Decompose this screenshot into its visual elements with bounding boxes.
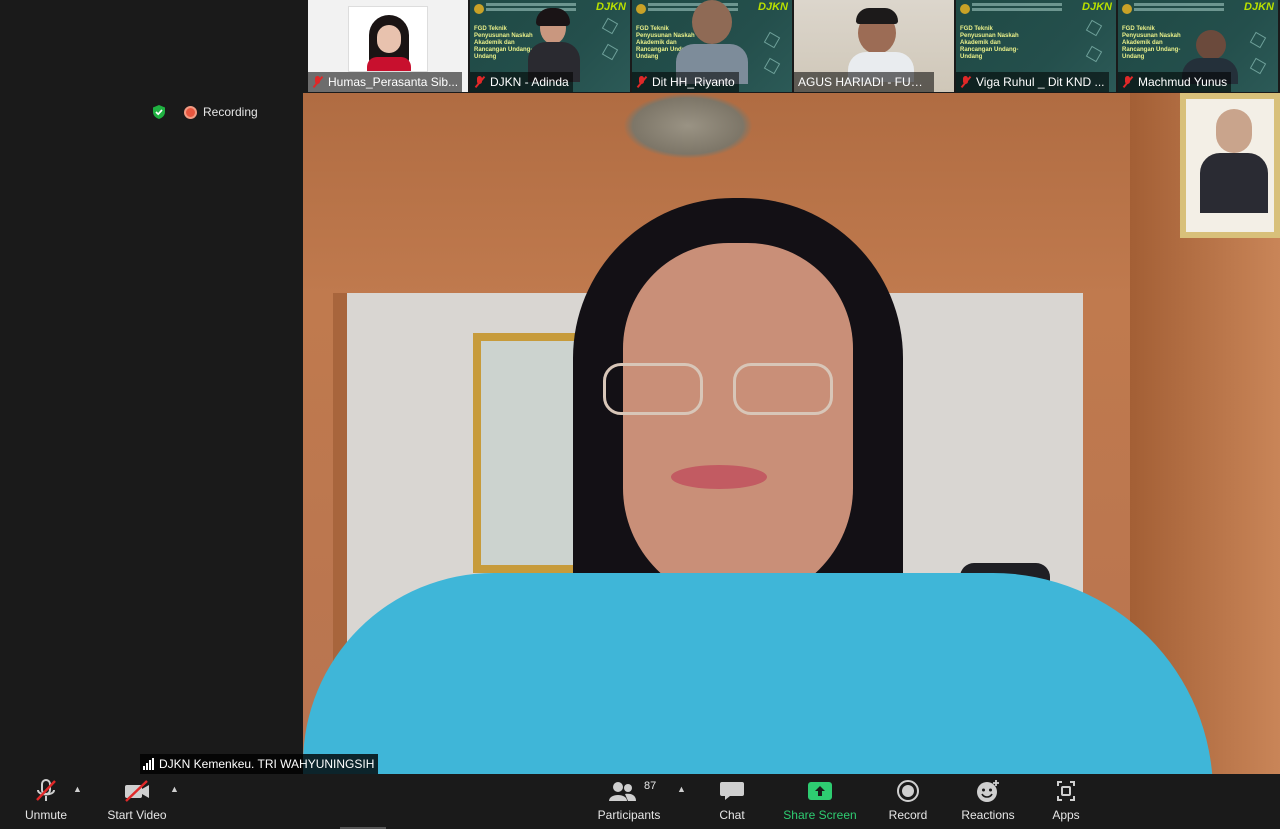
signal-icon [143, 758, 154, 770]
audio-options-chevron-icon[interactable]: ▲ [73, 784, 83, 794]
chat-icon [720, 782, 744, 800]
apps-icon [1057, 781, 1075, 801]
slide-header [486, 3, 576, 6]
mic-muted-icon [474, 76, 486, 88]
slide-brand: DJKN [1244, 1, 1274, 13]
chat-button[interactable]: Chat [712, 774, 752, 829]
participant-name-label: AGUS HARIADI - FUNSIO... [794, 72, 934, 92]
slide-header [1134, 3, 1224, 6]
mic-muted-icon [1122, 76, 1134, 88]
recording-dot-icon [184, 106, 197, 119]
logo-icon [960, 4, 970, 14]
reactions-label: Reactions [961, 808, 1015, 822]
record-icon [897, 780, 919, 802]
background-emblem [623, 93, 753, 159]
participants-options-chevron-icon[interactable]: ▲ [677, 784, 687, 794]
chat-label: Chat [719, 808, 745, 822]
background-portrait [1180, 93, 1280, 238]
logo-icon [636, 4, 646, 14]
share-screen-icon [808, 782, 832, 800]
start-video-label: Start Video [107, 808, 167, 822]
meeting-toolbar: Unmute ▲ Start Video ▲ 87 Participants ▲… [0, 774, 1280, 829]
participant-tile[interactable]: Humas_Perasanta Sib... [308, 0, 468, 92]
participant-name-label: Humas_Perasanta Sib... [308, 72, 463, 92]
participant-name-label: DJKN - Adinda [470, 72, 573, 92]
record-label: Record [888, 808, 928, 822]
slide-text: FGD Teknik Penyusunan Naskah Akademik da… [960, 26, 1019, 60]
apps-button[interactable]: Apps [1046, 774, 1086, 829]
participant-name: Dit HH_Riyanto [652, 75, 735, 89]
unmute-label: Unmute [24, 808, 68, 822]
participants-icon [609, 782, 636, 801]
reactions-icon [977, 780, 999, 802]
record-button[interactable]: Record [886, 774, 930, 829]
video-options-chevron-icon[interactable]: ▲ [170, 784, 180, 794]
speaker-shirt [303, 573, 1213, 774]
participant-name: Humas_Perasanta Sib... [328, 75, 459, 89]
participant-tile[interactable]: DJKN FGD Teknik Penyusunan Naskah Akadem… [632, 0, 792, 92]
participant-tile[interactable]: AGUS HARIADI - FUNSIO... [794, 0, 954, 92]
participant-tile[interactable]: DJKN FGD Teknik Penyusunan Naskah Akadem… [1118, 0, 1278, 92]
participants-count-badge: 87 [644, 780, 657, 792]
participant-name-label: Machmud Yunus [1118, 72, 1232, 92]
speaker-face [623, 243, 853, 603]
unmute-button[interactable]: Unmute [20, 774, 72, 829]
participants-label: Participants [597, 808, 661, 822]
participants-button[interactable]: 87 Participants [596, 774, 662, 829]
share-screen-button[interactable]: Share Screen [782, 774, 858, 829]
participant-strip: Humas_Perasanta Sib... DJKN FGD Teknik P… [308, 0, 1278, 92]
participant-tile[interactable]: DJKN FGD Teknik Penyusunan Naskah Akadem… [470, 0, 630, 92]
mic-muted-icon [312, 76, 324, 88]
slide-brand: DJKN [596, 1, 626, 13]
participant-figure [670, 0, 750, 84]
active-speaker-video [303, 93, 1280, 774]
profile-photo [348, 6, 428, 72]
speaker-glasses [603, 363, 863, 423]
recording-label[interactable]: Recording [203, 105, 258, 119]
active-speaker-name: DJKN Kemenkeu. TRI WAHYUNINGSIH [159, 757, 375, 771]
reactions-button[interactable]: Reactions [958, 774, 1018, 829]
mic-muted-icon [36, 779, 56, 801]
participant-name: Machmud Yunus [1138, 75, 1228, 89]
video-off-icon [125, 780, 149, 802]
mic-muted-icon [960, 76, 972, 88]
share-screen-label: Share Screen [783, 808, 857, 822]
shield-check-icon[interactable] [151, 104, 167, 120]
slide-brand: DJKN [758, 1, 788, 13]
logo-icon [474, 4, 484, 14]
participant-tile[interactable]: DJKN FGD Teknik Penyusunan Naskah Akadem… [956, 0, 1116, 92]
active-speaker-name-label: DJKN Kemenkeu. TRI WAHYUNINGSIH [140, 754, 379, 774]
slide-text: FGD Teknik Penyusunan Naskah Akademik da… [1122, 26, 1181, 60]
participant-name: Viga Ruhul _ Dit KND ... [976, 75, 1105, 89]
participant-name-label: Dit HH_Riyanto [632, 72, 739, 92]
logo-icon [1122, 4, 1132, 14]
start-video-button[interactable]: Start Video [104, 774, 170, 829]
participant-figure [846, 8, 916, 82]
participant-name: AGUS HARIADI - FUNSIO... [798, 75, 930, 89]
participant-figure [524, 8, 584, 82]
participant-name: DJKN - Adinda [490, 75, 569, 89]
participant-name-label: Viga Ruhul _ Dit KND ... [956, 72, 1109, 92]
slide-brand: DJKN [1082, 1, 1112, 13]
speaker-smile [671, 465, 767, 489]
slide-header [972, 3, 1062, 6]
apps-label: Apps [1052, 808, 1080, 822]
mic-muted-icon [636, 76, 648, 88]
